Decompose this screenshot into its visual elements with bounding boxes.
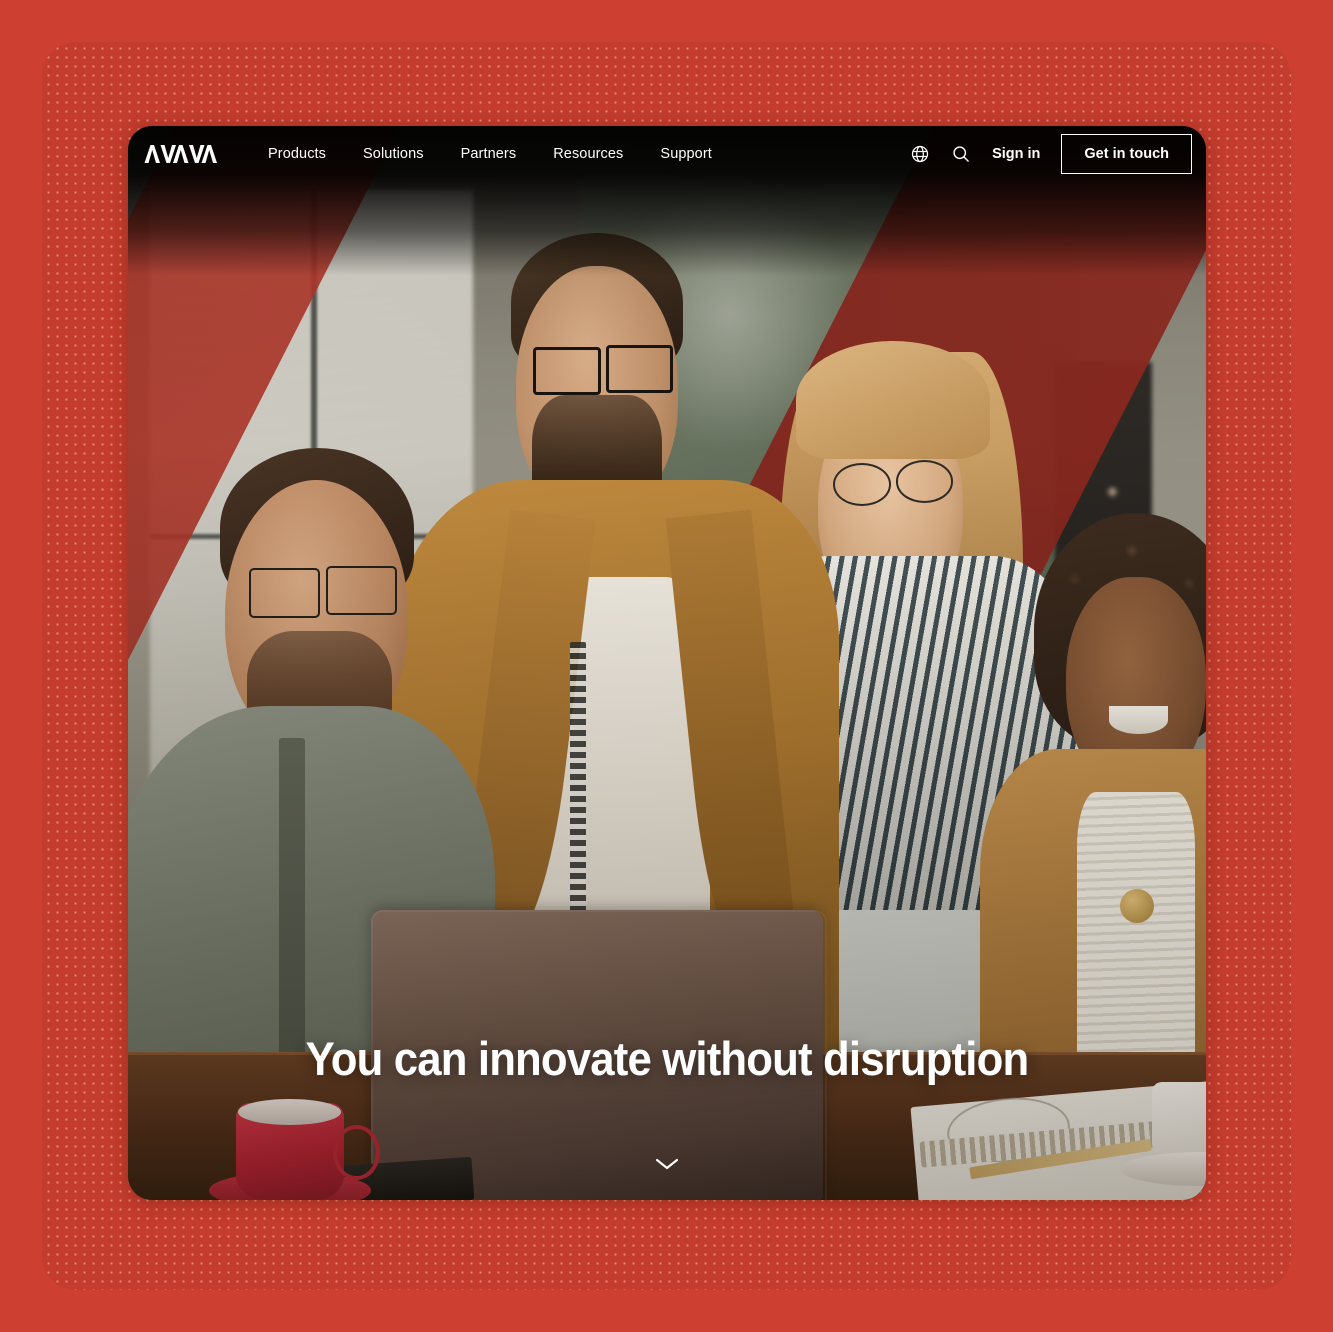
- get-in-touch-button[interactable]: Get in touch: [1061, 134, 1192, 174]
- website-screenshot-card: Products Solutions Partners Resources Su…: [128, 126, 1206, 1200]
- primary-navigation: Products Solutions Partners Resources Su…: [268, 146, 712, 162]
- hero-headline: You can innovate without disruption: [305, 1032, 1030, 1085]
- sign-in-link[interactable]: Sign in: [992, 146, 1040, 162]
- nav-item-products[interactable]: Products: [268, 146, 326, 162]
- nav-item-solutions[interactable]: Solutions: [363, 146, 424, 162]
- nav-item-support[interactable]: Support: [660, 146, 712, 162]
- site-header: Products Solutions Partners Resources Su…: [128, 126, 1206, 182]
- chevron-down-icon[interactable]: [654, 1156, 680, 1172]
- avaya-logo[interactable]: [142, 141, 228, 167]
- search-icon[interactable]: [951, 144, 971, 164]
- nav-item-partners[interactable]: Partners: [461, 146, 517, 162]
- globe-icon[interactable]: [910, 144, 930, 164]
- page-background: Products Solutions Partners Resources Su…: [0, 0, 1333, 1332]
- header-actions: Sign in Get in touch: [910, 134, 1206, 174]
- nav-item-resources[interactable]: Resources: [553, 146, 623, 162]
